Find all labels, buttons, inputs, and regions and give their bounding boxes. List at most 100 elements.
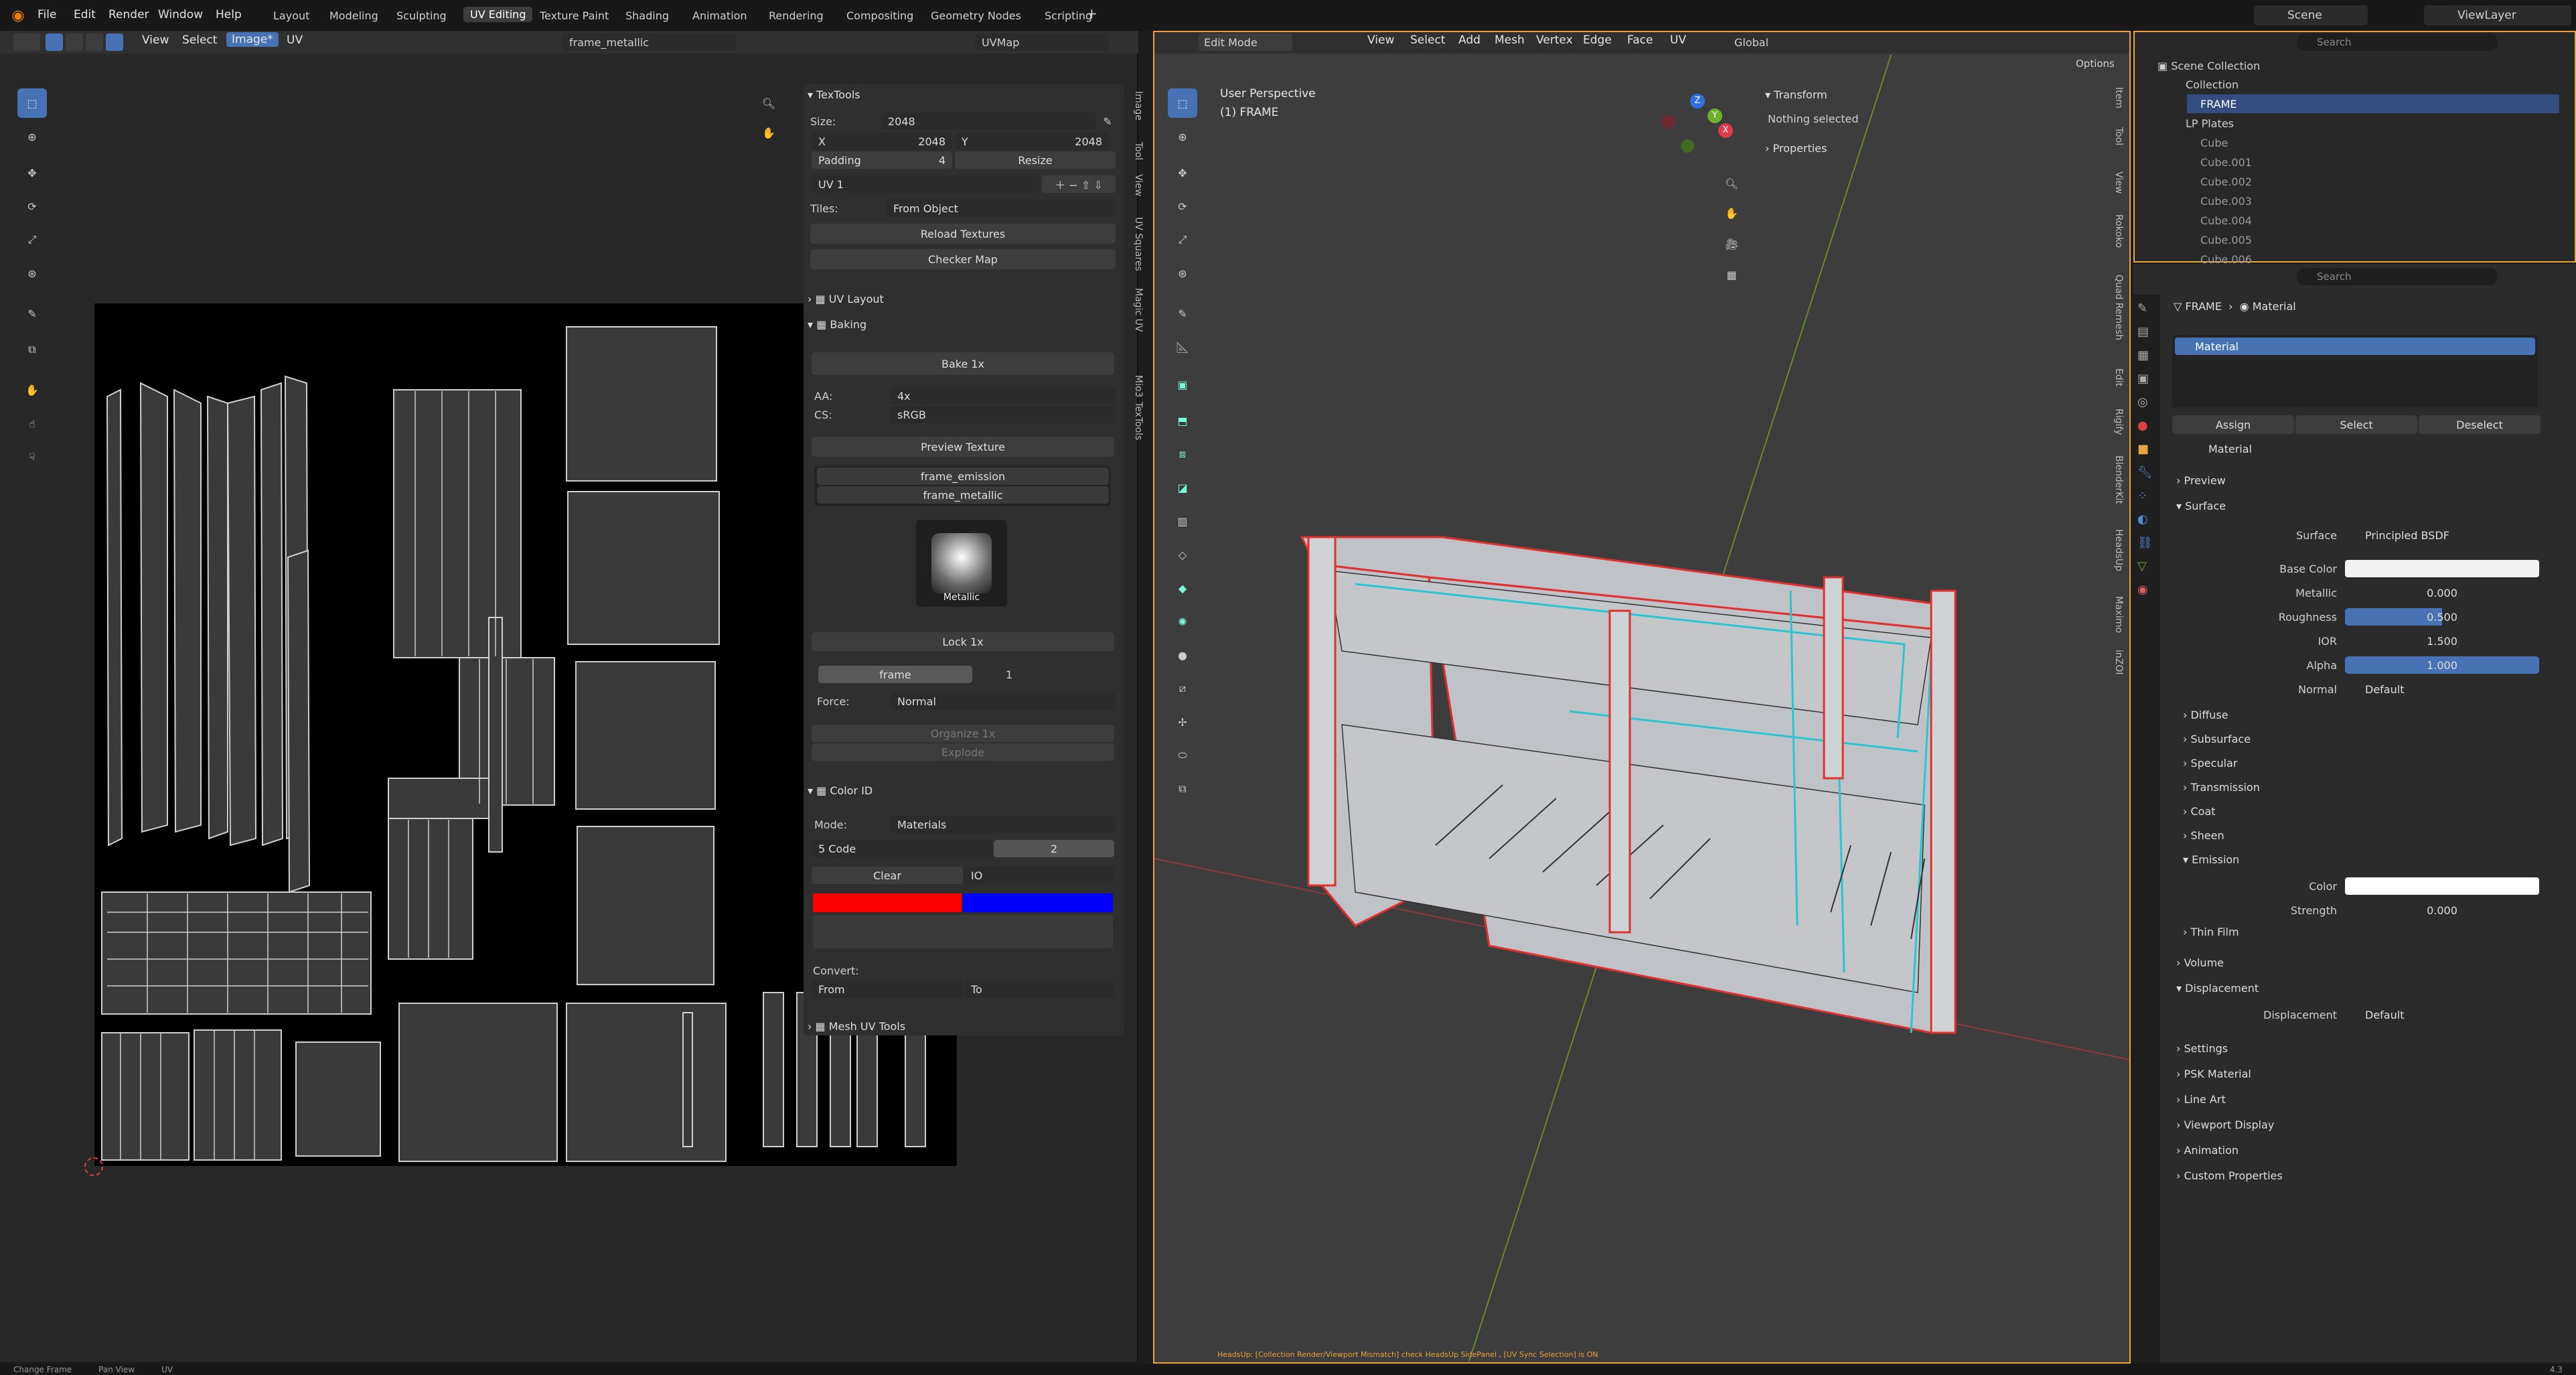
vp-menu-edge[interactable]: Edge	[1583, 33, 1612, 47]
uv-editor-type-icon[interactable]	[13, 33, 40, 51]
vp-zoom-icon[interactable]: 🔍︎	[1717, 169, 1746, 198]
vp-camera-icon[interactable]: 🎥︎	[1717, 229, 1746, 259]
rip-tool-icon[interactable]: ⧉	[17, 335, 47, 364]
menu-edit[interactable]: Edit	[74, 8, 96, 21]
custom-properties-section[interactable]: › Custom Properties	[2176, 1167, 2283, 1184]
scene-tab-icon[interactable]: ◎	[2137, 395, 2157, 409]
vp-bevel-tool-icon[interactable]: ◪	[1168, 473, 1197, 502]
uv-menu-view[interactable]: View	[142, 33, 169, 47]
navigation-gizmo[interactable]: Z Y X	[1661, 91, 1734, 165]
viewport-sidebar-tab-10[interactable]: inZOI	[2113, 650, 2124, 675]
render-tab-icon[interactable]: ▤	[2137, 325, 2157, 339]
viewport-sidebar-tab-9[interactable]: Maximo	[2113, 596, 2124, 633]
viewport-sidebar-tab-0[interactable]: Item	[2113, 87, 2124, 108]
vp-rotate-tool-icon[interactable]: ⟳	[1168, 192, 1197, 221]
grab-tool-icon[interactable]: ✋	[17, 375, 47, 405]
image-name-field[interactable]: frame_metallic	[562, 33, 737, 51]
properties-header[interactable]: › Properties	[1765, 139, 1827, 157]
outliner-item[interactable]: Cube.001	[2187, 153, 2559, 171]
world-tab-icon[interactable]: ●	[2137, 419, 2157, 433]
constraints-tab-icon[interactable]: ⛓︎	[2137, 536, 2157, 550]
gizmo-z-icon[interactable]: Z	[1690, 94, 1705, 108]
checker-map-button[interactable]: Checker Map	[810, 249, 1116, 269]
alpha-field[interactable]: 1.000	[2345, 656, 2539, 674]
preview-texture-button[interactable]: Preview Texture	[812, 437, 1114, 457]
workspace-tab-uv-editing[interactable]: UV Editing	[463, 7, 533, 22]
workspace-tab-modeling[interactable]: Modeling	[329, 9, 378, 22]
code-field[interactable]: 5 Code	[812, 840, 992, 857]
reload-textures-button[interactable]: Reload Textures	[810, 224, 1116, 244]
textools-header[interactable]: ▾ TexTools	[808, 86, 860, 103]
metallic-field[interactable]: 0.000	[2345, 584, 2539, 601]
view-layer-tab-icon[interactable]: ▣	[2137, 372, 2157, 386]
vp-measure-tool-icon[interactable]: 📐︎	[1168, 332, 1197, 362]
thin-film-section[interactable]: › Thin Film	[2183, 923, 2239, 940]
relax-tool-icon[interactable]: ☝	[17, 409, 47, 438]
outliner-item[interactable]: Collection	[2172, 75, 2559, 94]
tiles-field[interactable]: From Object	[887, 200, 1116, 217]
cursor-tool-icon[interactable]: ⊕	[17, 122, 47, 151]
scene-selector[interactable]: Scene	[2254, 5, 2368, 25]
assign-button[interactable]: Assign	[2172, 415, 2294, 434]
pan-hand-icon[interactable]: ✋	[754, 118, 783, 147]
displacement-field[interactable]: Default	[2345, 1006, 2539, 1023]
uv-sidebar-tab-5[interactable]: Mio3	[1133, 375, 1144, 397]
tool-tab-icon[interactable]: ✎	[2137, 301, 2157, 315]
gizmo-x-icon[interactable]: X	[1718, 123, 1733, 138]
uv-sidebar-tab-4[interactable]: Magic UV	[1133, 288, 1144, 332]
menu-render[interactable]: Render	[108, 8, 149, 21]
viewport-sidebar-tab-5[interactable]: Edit	[2113, 368, 2124, 386]
surface-shader-field[interactable]: Principled BSDF	[2345, 526, 2539, 544]
outliner-item[interactable]: Cube.005	[2187, 230, 2559, 249]
line-art-section[interactable]: › Line Art	[2176, 1090, 2226, 1108]
transform-tool-icon[interactable]: ⊛	[17, 259, 47, 288]
texture-item-metallic[interactable]: frame_metallic	[817, 486, 1109, 504]
uv-channel-field[interactable]: UV 1	[812, 175, 1039, 193]
emission-strength-field[interactable]: 0.000	[2345, 901, 2539, 919]
vp-edgeslide-tool-icon[interactable]: ⧄	[1168, 674, 1197, 703]
texture-item-emission[interactable]: frame_emission	[817, 467, 1109, 485]
vp-move-tool-icon[interactable]: ✥	[1168, 158, 1197, 188]
color-id-header[interactable]: ▾ ▦ Color ID	[808, 781, 873, 800]
orientation-selector[interactable]: Global	[1714, 33, 1801, 51]
volume-section[interactable]: › Volume	[2176, 954, 2224, 971]
vp-select-tool-icon[interactable]: ⬚	[1168, 88, 1197, 118]
bake-button[interactable]: Bake 1x	[812, 352, 1114, 375]
vp-inset-tool-icon[interactable]: ⧈	[1168, 439, 1197, 469]
viewport-sidebar-tab-1[interactable]: Tool	[2113, 127, 2124, 145]
subsurface-section[interactable]: › Subsurface	[2183, 730, 2251, 747]
move-tool-icon[interactable]: ✥	[17, 158, 47, 188]
base-color-swatch[interactable]	[2345, 560, 2539, 577]
viewport-sidebar-tab-2[interactable]: View	[2113, 171, 2124, 194]
mesh-uv-tools-header[interactable]: › ▦ Mesh UV Tools	[808, 1017, 905, 1035]
uv-sidebar-tab-3[interactable]: UV Squares	[1133, 217, 1144, 271]
io-field[interactable]: IO	[964, 867, 1114, 884]
object-name-field[interactable]: frame	[818, 666, 972, 683]
padding-field[interactable]: Padding 4	[812, 151, 952, 169]
aa-field[interactable]: 4x	[891, 387, 1116, 405]
color-id-swatch-blue[interactable]	[963, 893, 1113, 912]
vp-cursor-tool-icon[interactable]: ⊕	[1168, 122, 1197, 151]
convert-from-field[interactable]: From	[812, 981, 963, 998]
emission-color-swatch[interactable]	[2345, 877, 2539, 895]
vp-spin-tool-icon[interactable]: ✺	[1168, 607, 1197, 636]
select-box-tool-icon[interactable]: ⬚	[17, 88, 47, 118]
eyedropper-icon[interactable]: ✎	[1098, 113, 1117, 130]
vp-annotate-tool-icon[interactable]: ✎	[1168, 299, 1197, 328]
uv-menu-uv[interactable]: UV	[287, 33, 303, 47]
x-field[interactable]: X 2048	[812, 133, 952, 150]
properties-tab-icons[interactable]: ✎ ▤ ▦ ▣ ◎ ● ■ 🔧︎ ⁘ ◐ ⛓︎ ▽ ◉	[2137, 301, 2157, 663]
menu-window[interactable]: Window	[158, 8, 203, 21]
add-workspace-button[interactable]: +	[1086, 5, 1097, 21]
color-slot-buttons[interactable]	[813, 915, 1113, 948]
vp-transform-tool-icon[interactable]: ⊛	[1168, 259, 1197, 288]
vp-scale-tool-icon[interactable]: ⤢	[1168, 225, 1197, 255]
material-tab-icon[interactable]: ◉	[2137, 583, 2157, 597]
rotate-tool-icon[interactable]: ⟳	[17, 192, 47, 221]
viewport-scene[interactable]	[1154, 55, 2129, 1361]
vp-loopcut-tool-icon[interactable]: ▥	[1168, 506, 1197, 536]
transmission-section[interactable]: › Transmission	[2183, 778, 2260, 796]
vp-menu-view[interactable]: View	[1367, 33, 1394, 47]
vp-perspective-icon[interactable]: ▦	[1717, 260, 1746, 289]
workspace-tab-scripting[interactable]: Scripting	[1045, 9, 1092, 22]
